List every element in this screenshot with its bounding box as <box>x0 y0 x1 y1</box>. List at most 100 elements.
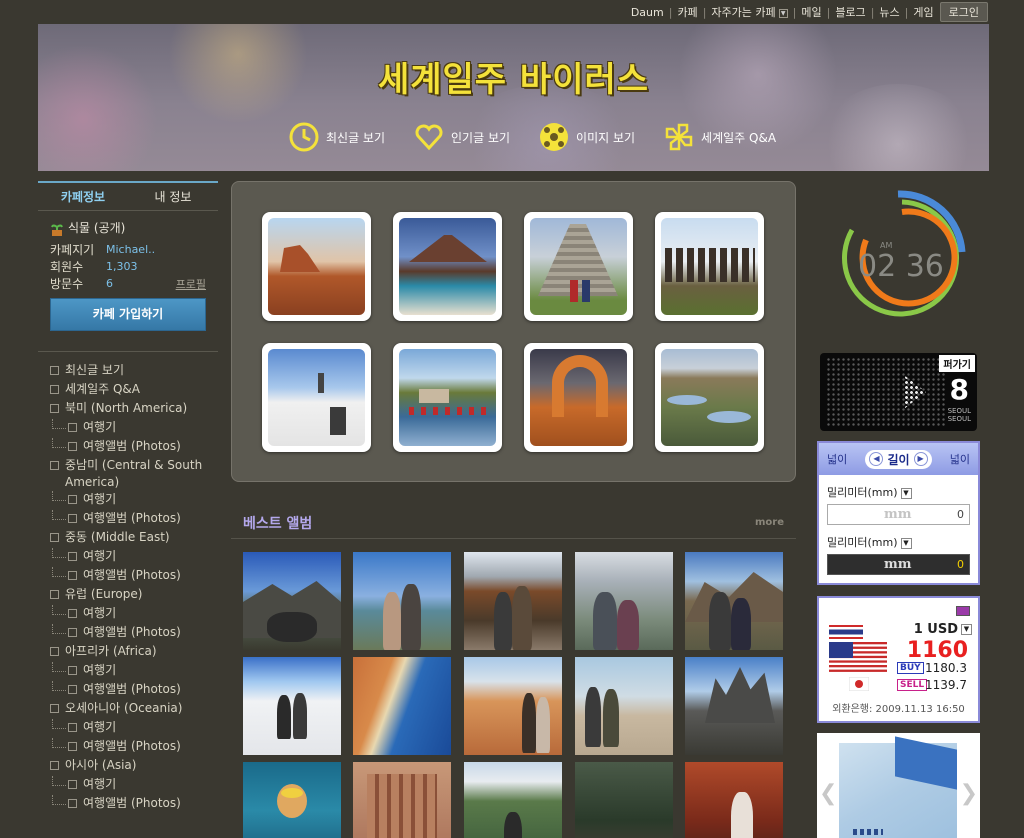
gallery-thumb[interactable] <box>393 343 502 452</box>
menu-latest-posts[interactable]: 최신글 보기 <box>288 121 385 153</box>
best-album-title[interactable]: 베스트 앨범 <box>243 513 312 533</box>
chevron-down-icon[interactable]: ▼ <box>778 8 788 18</box>
album-photo[interactable] <box>685 657 783 755</box>
sidebar-category-item[interactable]: 최신글 보기 <box>38 362 218 381</box>
sidebar-board-item[interactable]: 여행앨범 (Photos) <box>38 681 218 700</box>
gallery-thumb[interactable] <box>262 212 371 321</box>
unit-tab-area[interactable]: 넓이 <box>827 451 847 467</box>
gallery-thumb[interactable] <box>524 343 633 452</box>
join-cafe-button[interactable]: 카페 가입하기 <box>50 298 206 331</box>
tab-cafe-info[interactable]: 카페정보 <box>38 183 128 210</box>
featured-gallery <box>231 181 796 482</box>
arrow-right-icon[interactable]: ▶ <box>913 452 928 466</box>
album-photo[interactable] <box>464 657 562 755</box>
unit-tab-length[interactable]: ◀ 길이 ▶ <box>865 449 932 469</box>
ad-image[interactable] <box>839 736 957 838</box>
nav-game[interactable]: 게임 <box>913 4 933 20</box>
sidebar-board-item[interactable]: 여행기 <box>38 776 218 795</box>
sidebar-item-label: 여행기 <box>83 549 117 563</box>
menu-images[interactable]: 이미지 보기 <box>538 121 635 153</box>
login-button[interactable]: 로그인 <box>939 2 988 22</box>
us-flag-icon[interactable] <box>829 642 887 676</box>
sidebar-category-item[interactable]: 북미 (North America) <box>38 400 218 419</box>
nav-favorite-cafe[interactable]: 자주가는 카페 ▼ <box>711 4 788 20</box>
album-photo[interactable] <box>353 762 451 838</box>
sidebar-board-item[interactable]: 여행앨범 (Photos) <box>38 567 218 586</box>
sidebar-board-item[interactable]: 여행기 <box>38 719 218 738</box>
menu-qna[interactable]: 세계일주 Q&A <box>663 121 776 153</box>
japan-flag-icon[interactable] <box>848 676 870 695</box>
tab-my-info[interactable]: 내 정보 <box>128 183 218 210</box>
album-photo[interactable] <box>243 762 341 838</box>
nav-cafe[interactable]: 카페 <box>677 4 697 20</box>
sidebar-board-item[interactable]: 여행기 <box>38 605 218 624</box>
sidebar-board-item[interactable]: 여행앨범 (Photos) <box>38 795 218 814</box>
sidebar-board-item[interactable]: 여행앨범 (Photos) <box>38 738 218 757</box>
sidebar-category-item[interactable]: 중동 (Middle East) <box>38 529 218 548</box>
gallery-thumb[interactable] <box>524 212 633 321</box>
album-photo[interactable] <box>464 552 562 650</box>
album-photo[interactable] <box>685 762 783 838</box>
board-icon <box>68 423 77 432</box>
sidebar-item-label: 유럽 (Europe) <box>65 587 143 601</box>
unit-tab-area-2[interactable]: 넓이 <box>950 451 970 467</box>
chevron-down-icon[interactable]: ▼ <box>900 537 912 549</box>
album-photo[interactable] <box>243 657 341 755</box>
nav-favorite-cafe-label: 자주가는 카페 <box>711 6 776 19</box>
led-number: 8 <box>949 373 969 406</box>
nav-daum[interactable]: Daum <box>631 6 664 19</box>
album-photo[interactable] <box>575 657 673 755</box>
sidebar-category-item[interactable]: 아시아 (Asia) <box>38 757 218 776</box>
ad-banner[interactable]: ❮ ❯ <box>817 733 980 838</box>
album-photo[interactable] <box>575 762 673 838</box>
nav-news[interactable]: 뉴스 <box>879 4 899 20</box>
sidebar-board-item[interactable]: 여행기 <box>38 419 218 438</box>
chevron-right-icon[interactable]: ❯ <box>960 781 978 806</box>
sidebar-category-item[interactable]: 유럽 (Europe) <box>38 586 218 605</box>
gallery-thumb[interactable] <box>393 212 502 321</box>
sidebar-category-item[interactable]: 오세아니아 (Oceania) <box>38 700 218 719</box>
nav-blog[interactable]: 블로그 <box>835 4 865 20</box>
tree-line <box>52 567 66 577</box>
best-album-more[interactable]: more <box>755 517 784 528</box>
album-photo[interactable] <box>243 552 341 650</box>
board-icon <box>68 666 77 675</box>
sidebar-board-item[interactable]: 여행앨범 (Photos) <box>38 624 218 643</box>
sidebar-category-item[interactable]: 세계일주 Q&A <box>38 381 218 400</box>
sidebar-item-label: 여행기 <box>83 420 117 434</box>
chevron-down-icon[interactable]: ▼ <box>900 487 912 499</box>
chevron-left-icon[interactable]: ❮ <box>819 781 837 806</box>
profile-link[interactable]: 프로필 <box>176 276 206 292</box>
album-photo[interactable] <box>353 657 451 755</box>
menu-icon[interactable] <box>956 606 970 616</box>
share-button[interactable]: 퍼가기 <box>939 355 975 372</box>
sidebar-category-item[interactable]: 아프리카 (Africa) <box>38 643 218 662</box>
info-row-manager: 카페지기 Michael.. <box>50 241 206 258</box>
sidebar-board-item[interactable]: 여행앨범 (Photos) <box>38 510 218 529</box>
sidebar-item-label: 여행기 <box>83 777 117 791</box>
gallery-thumb[interactable] <box>262 343 371 452</box>
sidebar-board-item[interactable]: 여행앨범 (Photos) <box>38 438 218 457</box>
unit-from-input[interactable]: mm 0 <box>827 504 970 525</box>
chevron-down-icon[interactable]: ▼ <box>961 624 972 635</box>
thailand-flag-icon[interactable] <box>829 624 863 643</box>
gallery-thumb[interactable] <box>655 343 764 452</box>
menu-popular-posts[interactable]: 인기글 보기 <box>413 121 510 153</box>
gallery-thumb[interactable] <box>655 212 764 321</box>
sidebar-board-item[interactable]: 여행기 <box>38 662 218 681</box>
cafe-manager-link[interactable]: Michael.. <box>106 243 155 256</box>
sidebar-board-item[interactable]: 여행기 <box>38 491 218 510</box>
sidebar-board-item[interactable]: 여행기 <box>38 548 218 567</box>
album-photo[interactable] <box>685 552 783 650</box>
sidebar-category-item[interactable]: 중남미 (Central & South America) <box>38 457 218 491</box>
album-photo[interactable] <box>353 552 451 650</box>
album-photo[interactable] <box>575 552 673 650</box>
member-count[interactable]: 1,303 <box>106 260 138 273</box>
fx-currency[interactable]: 1 USD ▼ <box>914 622 972 637</box>
album-photo[interactable] <box>464 762 562 838</box>
banner-menu: 최신글 보기 인기글 보기 이미지 보기 세계일주 Q&A <box>288 121 776 153</box>
info-key: 방문수 <box>50 277 84 291</box>
cafe-title[interactable]: 세계일주 바이러스 <box>38 52 989 101</box>
nav-mail[interactable]: 메일 <box>801 4 821 20</box>
arrow-left-icon[interactable]: ◀ <box>869 452 884 466</box>
